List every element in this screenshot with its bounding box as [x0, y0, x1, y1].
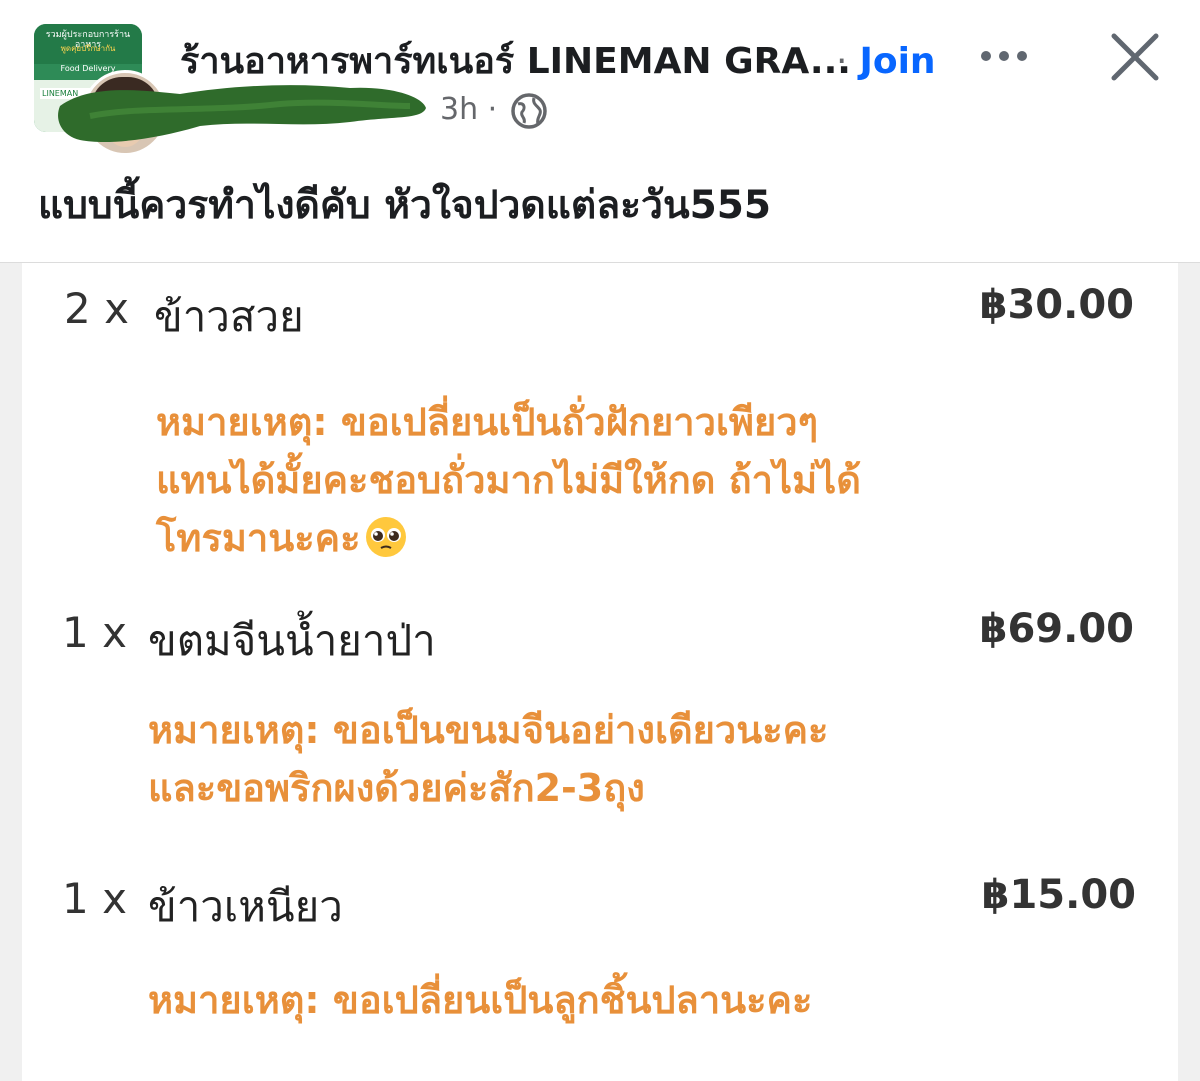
thumbnail-text: พูดคุยปรึกษากัน: [60, 44, 116, 53]
close-icon[interactable]: [1108, 30, 1162, 84]
item-name: ข้าวเหนียว: [148, 882, 343, 931]
join-label[interactable]: Join: [859, 41, 935, 82]
item-name: ข้าวสวย: [154, 292, 304, 341]
redacted-author-name: [58, 85, 426, 143]
globe-icon: [511, 93, 547, 129]
item-quantity: 1 x: [62, 874, 127, 923]
item-note-text: หมายเหตุ: ขอเปลี่ยนเป็นถั่วฝักยาวเพียวๆ …: [156, 400, 861, 560]
post-text: แบบนี้ควรทำไงดีคับ หัวใจปวดแต่ละวัน555: [38, 183, 772, 228]
item-quantity: 1 x: [62, 608, 127, 657]
post-timestamp[interactable]: 3h ·: [440, 88, 497, 132]
item-price: ฿30.00: [979, 282, 1134, 328]
post-header: รวมผู้ประกอบการร้านอาหาร พูดคุยปรึกษากัน…: [0, 0, 1200, 262]
separator-dot: ·: [836, 41, 848, 82]
item-quantity: 2 x: [64, 284, 129, 333]
order-receipt: 2 x ข้าวสวย ฿30.00 หมายเหตุ: ขอเปลี่ยนเป…: [22, 263, 1178, 1081]
item-note: หมายเหตุ: ขอเปลี่ยนเป็นลูกชิ้นปลานะคะ: [148, 978, 813, 1022]
item-note: หมายเหตุ: ขอเปลี่ยนเป็นถั่วฝักยาวเพียวๆ …: [156, 393, 861, 567]
item-note: หมายเหตุ: ขอเป็นขนมจีนอย่างเดียวนะคะ และ…: [148, 708, 829, 810]
item-price: ฿15.00: [981, 872, 1136, 918]
post-image[interactable]: 2 x ข้าวสวย ฿30.00 หมายเหตุ: ขอเปลี่ยนเป…: [0, 262, 1200, 1081]
item-name: ขตมจีนน้ำยาป่า: [148, 616, 436, 665]
join-group-link[interactable]: · Join: [836, 38, 936, 86]
item-price: ฿69.00: [979, 606, 1134, 652]
more-options-icon[interactable]: [978, 44, 1030, 68]
pleading-face-emoji-icon: [366, 517, 407, 557]
